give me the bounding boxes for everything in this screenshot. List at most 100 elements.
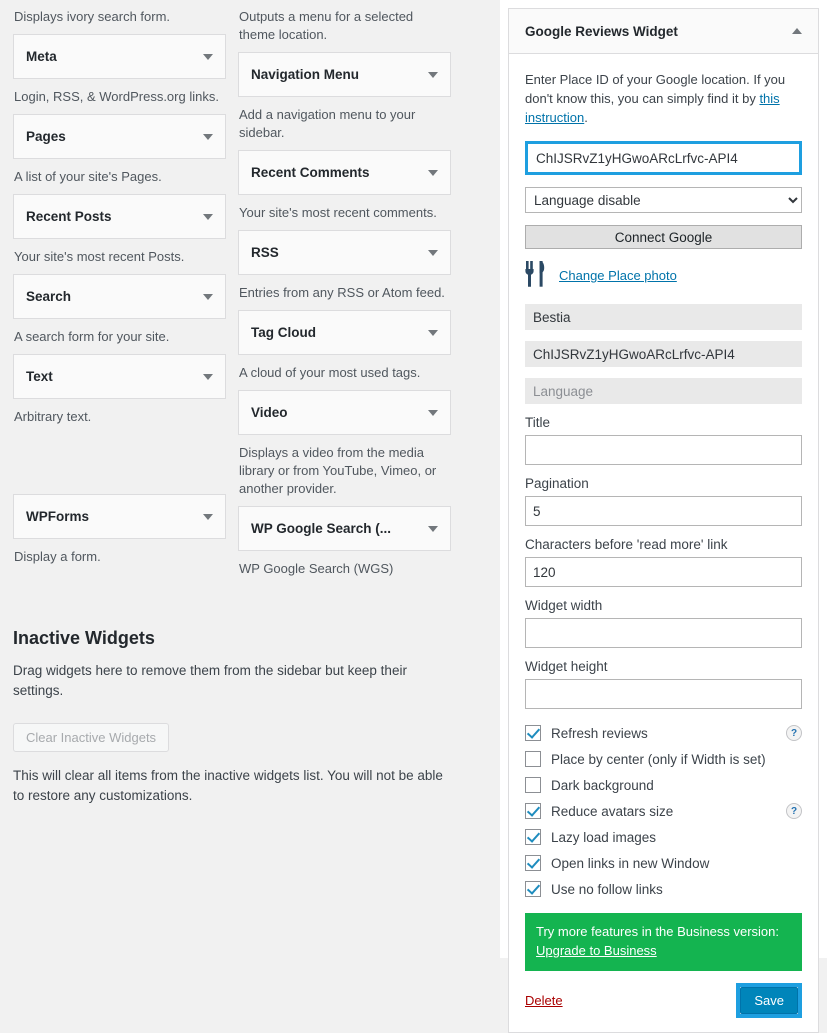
widget-description: Add a navigation menu to your sidebar.: [239, 107, 416, 140]
change-place-photo-link[interactable]: Change Place photo: [559, 268, 677, 283]
widget-description: WP Google Search (WGS): [239, 561, 394, 576]
widget-height-input[interactable]: [525, 679, 802, 709]
checkbox-list: Refresh reviews ? Place by center (only …: [525, 720, 802, 902]
widget-column-left: Displays ivory search form. Meta Login, …: [13, 0, 226, 574]
chevron-down-icon: [203, 293, 213, 300]
widget-navigation-menu[interactable]: Navigation Menu: [238, 52, 451, 97]
reduce-avatars-size-checkbox[interactable]: [525, 803, 541, 819]
widget-wp-google-search[interactable]: WP Google Search (...: [238, 506, 451, 551]
widget-title: Recent Comments: [251, 165, 370, 180]
checkbox-label[interactable]: Dark background: [551, 778, 654, 793]
widget-wpforms[interactable]: WPForms: [13, 494, 226, 539]
checkbox-label[interactable]: Lazy load images: [551, 830, 656, 845]
dark-background-checkbox[interactable]: [525, 777, 541, 793]
upgrade-text: Try more features in the Business versio…: [536, 924, 780, 939]
google-reviews-widget-card: Google Reviews Widget Enter Place ID of …: [508, 8, 819, 1033]
widget-title: WPForms: [26, 509, 90, 524]
widget-meta[interactable]: Meta: [13, 34, 226, 79]
chevron-down-icon: [428, 169, 438, 176]
save-button[interactable]: Save: [740, 987, 798, 1014]
place-id-input[interactable]: [528, 144, 799, 172]
widget-description: Display a form.: [14, 549, 101, 564]
field-read-more-chars: Characters before 'read more' link: [525, 537, 802, 587]
open-links-new-window-checkbox[interactable]: [525, 855, 541, 871]
inactive-widgets-description: Drag widgets here to remove them from th…: [13, 663, 407, 698]
chevron-down-icon: [428, 409, 438, 416]
help-icon[interactable]: ?: [786, 725, 802, 741]
place-id-readonly-input[interactable]: [525, 341, 802, 367]
widget-description: Displays a video from the media library …: [239, 445, 437, 496]
widget-card-header[interactable]: Google Reviews Widget: [509, 9, 818, 54]
place-id-highlight: [525, 141, 802, 175]
widget-card-title: Google Reviews Widget: [525, 23, 678, 39]
field-label: Widget height: [525, 659, 608, 674]
field-widget-width: Widget width: [525, 598, 802, 648]
checkbox-row-no-follow-links: Use no follow links: [525, 876, 802, 902]
upgrade-to-business-link[interactable]: Upgrade to Business: [536, 941, 791, 960]
widget-video[interactable]: Video: [238, 390, 451, 435]
widget-description: Your site's most recent Posts.: [14, 249, 185, 264]
help-icon[interactable]: ?: [786, 803, 802, 819]
pagination-input[interactable]: [525, 496, 802, 526]
widget-title: Search: [26, 289, 72, 304]
checkbox-label[interactable]: Reduce avatars size: [551, 804, 673, 819]
refresh-reviews-checkbox[interactable]: [525, 725, 541, 741]
checkbox-row-open-links-new-window: Open links in new Window: [525, 850, 802, 876]
chevron-down-icon: [428, 249, 438, 256]
widget-description: Displays ivory search form.: [14, 9, 171, 24]
checkbox-label[interactable]: Open links in new Window: [551, 856, 709, 871]
checkbox-row-dark-background: Dark background: [525, 772, 802, 798]
read-more-chars-input[interactable]: [525, 557, 802, 587]
widget-recent-posts[interactable]: Recent Posts: [13, 194, 226, 239]
chevron-down-icon: [203, 213, 213, 220]
chevron-up-icon[interactable]: [792, 28, 802, 34]
place-by-center-checkbox[interactable]: [525, 751, 541, 767]
widget-description: A search form for your site.: [14, 329, 170, 344]
chevron-down-icon: [203, 373, 213, 380]
widget-title: WP Google Search (...: [251, 521, 392, 536]
widget-description: Your site's most recent comments.: [239, 205, 437, 220]
no-follow-links-checkbox[interactable]: [525, 881, 541, 897]
inactive-widgets-section: Inactive Widgets Drag widgets here to re…: [13, 628, 453, 806]
lazy-load-images-checkbox[interactable]: [525, 829, 541, 845]
widget-title: Meta: [26, 49, 57, 64]
inactive-widgets-heading: Inactive Widgets: [13, 628, 155, 648]
widget-search[interactable]: Search: [13, 274, 226, 319]
place-name-readonly-input[interactable]: [525, 304, 802, 330]
widget-description: Outputs a menu for a selected theme loca…: [239, 9, 414, 42]
widget-title: Navigation Menu: [251, 67, 360, 82]
checkbox-label[interactable]: Place by center (only if Width is set): [551, 752, 766, 767]
delete-link[interactable]: Delete: [525, 993, 563, 1008]
widget-title: Text: [26, 369, 53, 384]
title-input[interactable]: [525, 435, 802, 465]
connect-google-button[interactable]: Connect Google: [525, 225, 802, 249]
chevron-down-icon: [428, 71, 438, 78]
widget-title: Video: [251, 405, 288, 420]
widget-title: RSS: [251, 245, 279, 260]
chevron-down-icon: [203, 53, 213, 60]
checkbox-label[interactable]: Refresh reviews: [551, 726, 648, 741]
widget-description: A list of your site's Pages.: [14, 169, 162, 184]
widget-text[interactable]: Text: [13, 354, 226, 399]
intro-text-2: .: [584, 110, 588, 125]
clear-inactive-widgets-button[interactable]: Clear Inactive Widgets: [13, 723, 170, 752]
checkbox-label[interactable]: Use no follow links: [551, 882, 663, 897]
field-pagination: Pagination: [525, 476, 802, 526]
widget-footer: Delete Save: [525, 983, 802, 1018]
upgrade-banner: Try more features in the Business versio…: [525, 913, 802, 971]
widget-rss[interactable]: RSS: [238, 230, 451, 275]
checkbox-row-refresh-reviews: Refresh reviews ?: [525, 720, 802, 746]
chevron-down-icon: [428, 525, 438, 532]
field-label: Pagination: [525, 476, 589, 491]
language-select[interactable]: Language disable: [525, 187, 802, 213]
field-label: Widget width: [525, 598, 603, 613]
widget-pages[interactable]: Pages: [13, 114, 226, 159]
widget-width-input[interactable]: [525, 618, 802, 648]
widget-tag-cloud[interactable]: Tag Cloud: [238, 310, 451, 355]
widget-card-body: Enter Place ID of your Google location. …: [509, 54, 818, 1032]
language-readonly-input[interactable]: [525, 378, 802, 404]
field-label: Title: [525, 415, 551, 430]
widget-recent-comments[interactable]: Recent Comments: [238, 150, 451, 195]
field-title: Title: [525, 415, 802, 465]
widget-title: Recent Posts: [26, 209, 112, 224]
